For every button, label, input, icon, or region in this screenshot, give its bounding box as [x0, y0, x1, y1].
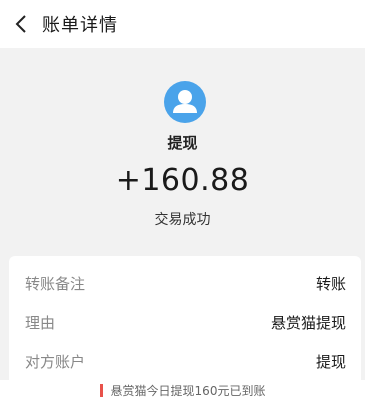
- detail-row-remark: 转账备注 转账: [9, 265, 361, 301]
- page-title: 账单详情: [42, 15, 118, 36]
- detail-value: 提现: [315, 352, 346, 371]
- detail-label: 转账备注: [25, 274, 86, 293]
- back-button[interactable]: [8, 10, 36, 38]
- transaction-amount: +160.88: [115, 163, 250, 198]
- caption-banner: 悬赏猫今日提现160元已到账: [0, 380, 365, 401]
- chevron-left-icon: [15, 15, 26, 33]
- bill-detail-screen: 账单详情 提现 +160.88 交易成功 转账备注 转账 理由 悬赏猫提现 对方…: [0, 0, 365, 401]
- top-bar: 账单详情: [0, 0, 365, 48]
- caption-marker: [99, 384, 103, 397]
- detail-label: 理由: [25, 313, 56, 332]
- detail-row-reason: 理由 悬赏猫提现: [9, 304, 361, 340]
- detail-row-counterparty[interactable]: 对方账户 提现: [9, 343, 361, 379]
- transaction-type: 提现: [167, 134, 198, 152]
- transaction-status: 交易成功: [154, 212, 211, 228]
- caption-text: 悬赏猫今日提现160元已到账: [110, 384, 266, 398]
- detail-label: 对方账户: [25, 352, 86, 371]
- detail-value: 转账: [315, 274, 346, 293]
- detail-value: 悬赏猫提现: [270, 313, 346, 332]
- user-avatar-icon: [164, 81, 206, 123]
